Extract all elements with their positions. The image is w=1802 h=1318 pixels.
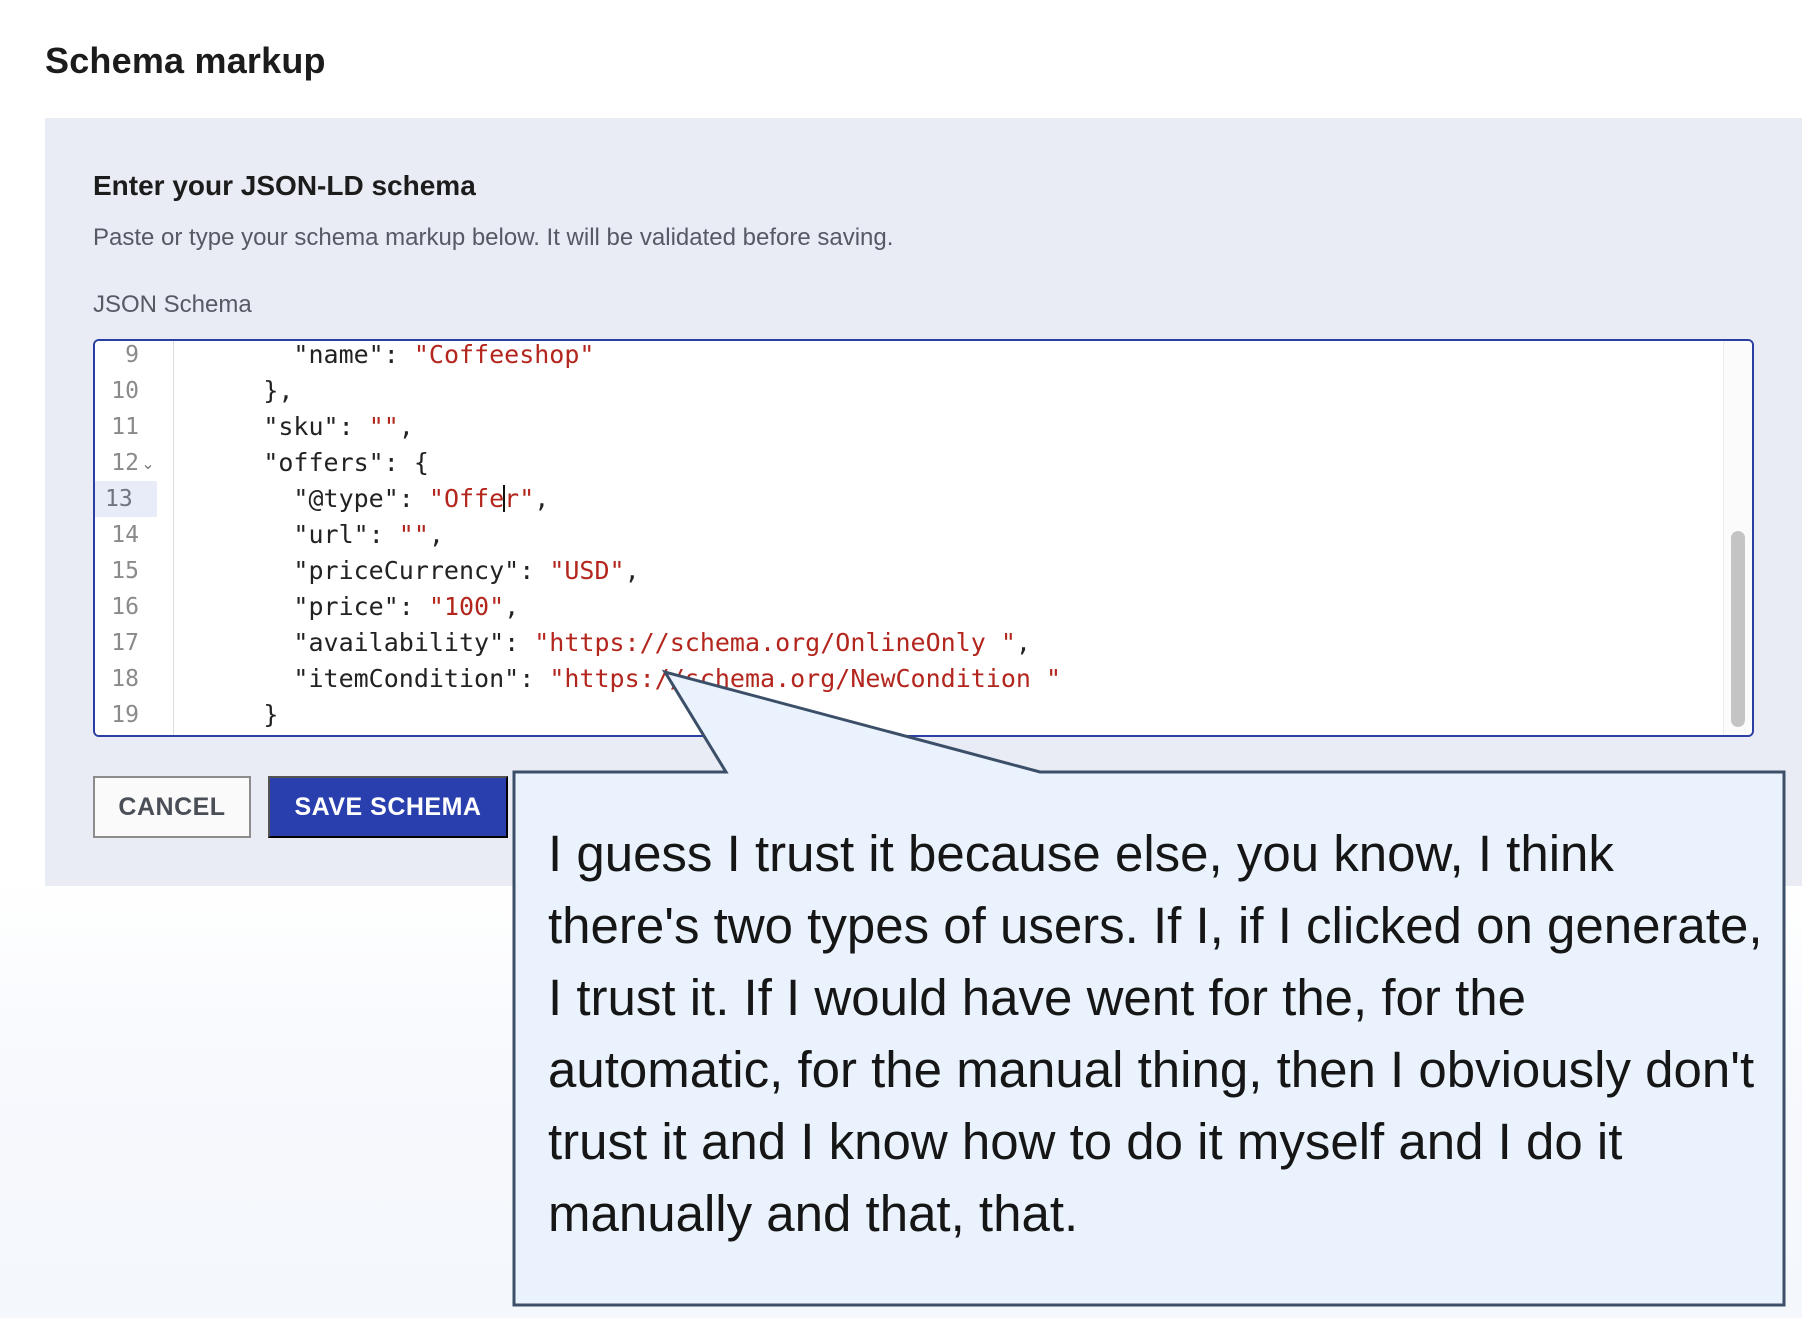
code-line-active: "@type": "Offer", [293,484,550,513]
json-code-editor[interactable]: 9 10 11 12 ⌄ 13 14 15 16 17 18 19 "name"… [93,339,1754,737]
line-number: 11 [111,414,139,440]
code-line: "itemCondition": "https://schema.org/New… [293,664,1062,693]
line-number-active: 13 [95,481,157,517]
chevron-down-icon[interactable]: ⌄ [141,445,155,481]
code-line: "name": "Coffeeshop" [293,340,595,369]
save-schema-button[interactable]: SAVE SCHEMA [268,776,508,838]
page-title: Schema markup [45,40,326,81]
callout-quote: I guess I trust it because else, you kno… [548,825,1763,1242]
scrollbar-thumb[interactable] [1731,531,1745,727]
section-heading: Enter your JSON-LD schema [93,170,476,201]
code-line: "offers": { [263,448,429,477]
line-number: 10 [111,378,139,404]
line-number: 15 [111,558,139,584]
code-line: } [263,700,279,729]
line-number: 17 [111,630,139,656]
line-number-gutter: 9 10 11 12 ⌄ 13 14 15 16 17 18 19 [95,341,174,735]
code-line: "price": "100", [293,592,520,621]
code-line: "sku": "", [263,412,414,441]
line-number: 16 [111,594,139,620]
line-number: 18 [111,666,139,692]
cancel-button[interactable]: CANCEL [93,776,251,838]
code-line: "url": "", [293,520,444,549]
section-description: Paste or type your schema markup below. … [93,224,894,251]
line-number: 12 [111,450,139,476]
code-line: }, [263,376,294,405]
json-schema-label: JSON Schema [93,291,252,318]
code-line: "availability": "https://schema.org/Onli… [293,628,1031,657]
line-number: 9 [125,342,139,368]
line-number: 14 [111,522,139,548]
code-line: "priceCurrency": "USD", [293,556,640,585]
editor-scrollbar[interactable] [1723,341,1752,735]
line-number: 19 [111,702,139,728]
